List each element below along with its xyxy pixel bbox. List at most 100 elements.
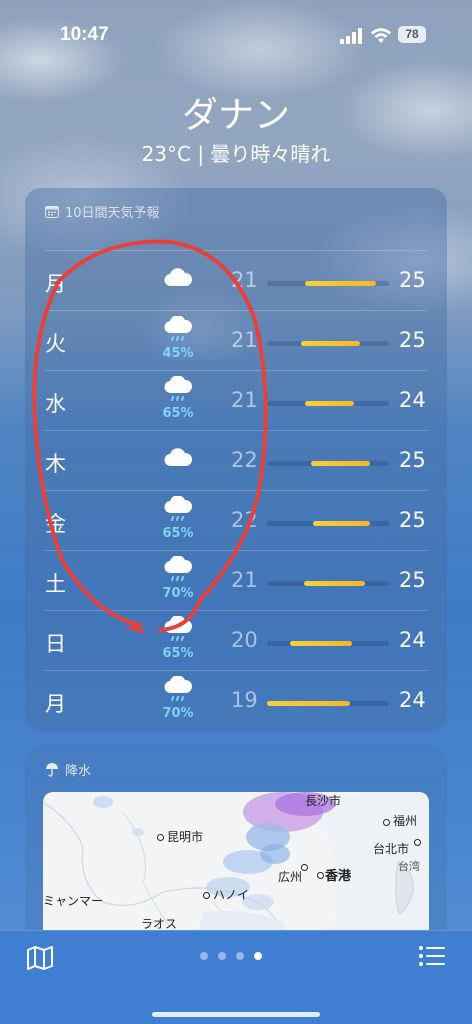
temp-range-bar: [267, 701, 350, 706]
cloud-rain-icon: 65%: [158, 495, 198, 542]
row-divider: [45, 250, 427, 251]
forecast-day: 木: [45, 452, 66, 476]
cloud-icon: [158, 266, 198, 312]
forecast-row[interactable]: 火 45% 21 25: [45, 310, 427, 370]
forecast-row[interactable]: 日 65% 20 24: [45, 610, 427, 670]
row-divider: [45, 430, 427, 431]
page-dot-active[interactable]: [254, 952, 262, 960]
page-indicator[interactable]: [200, 952, 262, 960]
map-label-taiwan: 台湾: [398, 860, 420, 873]
forecast-day: 月: [45, 272, 66, 296]
temp-range-bar: [290, 641, 352, 646]
forecast-day: 金: [45, 512, 66, 536]
map-label-changsha: 長沙市: [305, 794, 342, 808]
low-temp: 22: [231, 508, 258, 532]
map-label-myanmar: ミャンマー: [43, 894, 104, 908]
temp-range-bar: [304, 581, 365, 586]
battery-indicator: 78: [398, 26, 426, 43]
map-label-guangzhou: 広州: [278, 870, 303, 884]
temp-range-track: [267, 341, 389, 346]
temp-range-bar: [301, 341, 360, 346]
low-temp: 21: [231, 268, 258, 292]
status-time: 10:47: [60, 24, 109, 45]
precipitation-card[interactable]: 降水 長沙市 昆明市 福州 台北市 台湾 広州 香港 ハノイ ミャンマー ラオス: [25, 746, 447, 946]
map-label-hanoi: ハノイ: [213, 888, 250, 902]
cloud-rain-icon: 65%: [158, 615, 198, 662]
precip-chance: 65%: [162, 406, 194, 421]
low-temp: 21: [231, 328, 258, 352]
high-temp: 24: [399, 388, 426, 412]
page-dot[interactable]: [236, 952, 244, 960]
low-temp: 22: [231, 448, 258, 472]
temp-range-bar: [305, 281, 376, 286]
forecast-row[interactable]: 月 21 25: [45, 250, 427, 310]
temp-range-track: [267, 641, 389, 646]
temp-range-track: [267, 581, 389, 586]
forecast-day: 土: [45, 572, 66, 596]
precip-chance: 70%: [162, 586, 194, 601]
temp-range-track: [267, 521, 389, 526]
cloud-icon: [158, 446, 198, 492]
cloud-rain-icon: 70%: [158, 555, 198, 602]
bottom-toolbar: [0, 930, 472, 1024]
map-label-fuzhou: 福州: [393, 814, 418, 828]
list-icon[interactable]: [418, 944, 446, 968]
forecast-row[interactable]: 土 70% 21 25: [45, 550, 427, 610]
precip-chance: 65%: [162, 526, 194, 541]
high-temp: 25: [399, 328, 426, 352]
precipitation-map[interactable]: 長沙市 昆明市 福州 台北市 台湾 広州 香港 ハノイ ミャンマー ラオス: [43, 792, 429, 946]
umbrella-icon: [46, 763, 58, 777]
low-temp: 20: [231, 628, 258, 652]
forecast-day: 火: [45, 332, 66, 356]
low-temp: 19: [231, 688, 258, 712]
city-name: ダナン: [181, 95, 290, 136]
precipitation-header: 降水: [45, 760, 91, 779]
high-temp: 25: [399, 448, 426, 472]
cloud-rain-icon: 70%: [158, 675, 198, 722]
row-divider: [45, 370, 427, 371]
high-temp: 25: [399, 268, 426, 292]
precip-chance: 45%: [162, 346, 194, 361]
low-temp: 21: [231, 568, 258, 592]
city-dot-hongkong: [317, 872, 324, 879]
row-divider: [45, 550, 427, 551]
current-conditions: 23°C | 曇り時々晴れ: [141, 142, 331, 166]
map-terrain: [43, 792, 429, 946]
wifi-icon: [371, 28, 391, 43]
map-label-hongkong: 香港: [325, 869, 352, 884]
map-label-kunming: 昆明市: [167, 830, 204, 844]
temp-range-bar: [305, 401, 354, 406]
high-temp: 24: [399, 628, 426, 652]
forecast-header: 10日間天気予報: [45, 202, 160, 221]
forecast-row[interactable]: 木 22 25: [45, 430, 427, 490]
temp-range-bar: [311, 461, 370, 466]
high-temp: 25: [399, 508, 426, 532]
city-dot-taipei: [414, 839, 421, 846]
precip-chance: 70%: [162, 706, 194, 721]
row-divider: [45, 310, 427, 311]
ten-day-forecast-card[interactable]: 10日間天気予報 月 21 25 火 45% 21 25 水 65% 21 24 木 22 25 金 65% 2…: [25, 188, 447, 732]
page-dot[interactable]: [200, 952, 208, 960]
temp-range-track: [267, 281, 389, 286]
row-divider: [45, 490, 427, 491]
high-temp: 24: [399, 688, 426, 712]
city-dot-fuzhou: [383, 819, 390, 826]
forecast-day: 水: [45, 392, 66, 416]
map-icon[interactable]: [26, 946, 54, 970]
forecast-day: 月: [45, 692, 66, 716]
temp-range-bar: [313, 521, 370, 526]
calendar-icon: [45, 206, 59, 218]
precipitation-title: 降水: [65, 764, 92, 779]
forecast-day: 日: [45, 632, 66, 656]
forecast-row[interactable]: 金 65% 22 25: [45, 490, 427, 550]
temp-range-track: [267, 701, 389, 706]
cloud-rain-icon: 65%: [158, 375, 198, 422]
page-dot[interactable]: [218, 952, 226, 960]
cellular-signal-icon: [340, 28, 362, 44]
row-divider: [45, 670, 427, 671]
status-bar: 10:47 78: [0, 24, 472, 48]
forecast-title: 10日間天気予報: [65, 206, 160, 221]
city-dot-hanoi: [203, 892, 210, 899]
forecast-row[interactable]: 水 65% 21 24: [45, 370, 427, 430]
forecast-row[interactable]: 月 70% 19 24: [45, 670, 427, 730]
